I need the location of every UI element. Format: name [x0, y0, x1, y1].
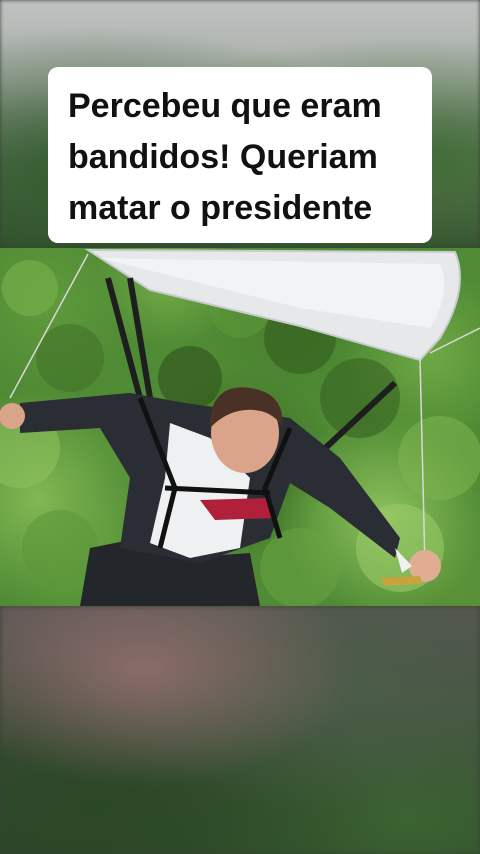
video-frame[interactable] — [0, 248, 480, 606]
parachute-scene-illustration — [0, 248, 480, 606]
caption-line-1: Percebeu que eram — [68, 87, 382, 125]
caption-card: Percebeu que eram bandidos! Queriam mata… — [48, 67, 432, 243]
left-hand — [0, 403, 25, 429]
blurred-background-bottom — [0, 606, 480, 854]
caption-line-3: matar o presidente — [68, 189, 373, 227]
caption-line-2: bandidos! Queriam — [68, 138, 378, 176]
